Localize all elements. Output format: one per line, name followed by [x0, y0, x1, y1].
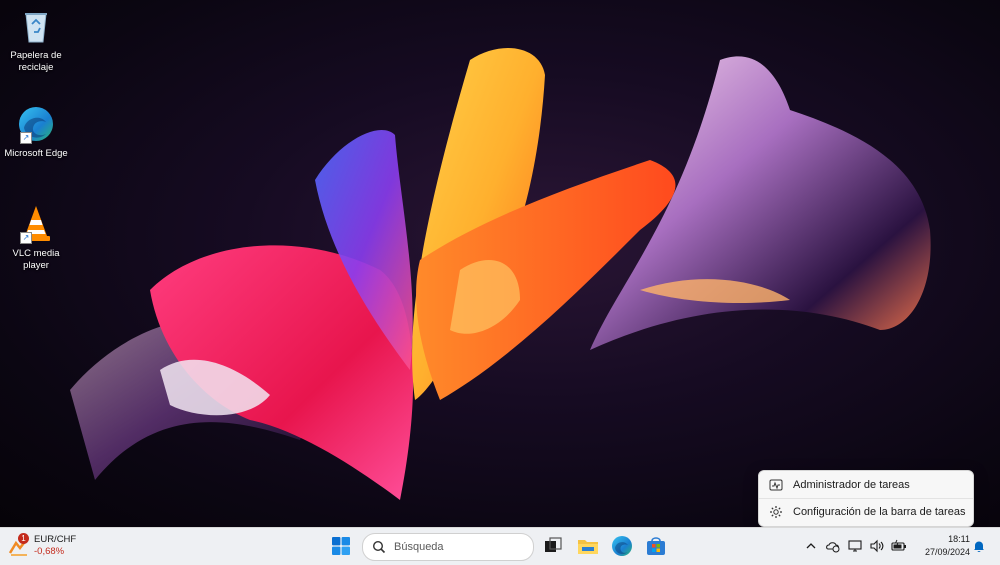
shortcut-arrow-icon: ↗ — [20, 132, 32, 144]
taskbar-context-menu: Administrador de tareas Configuración de… — [758, 470, 974, 527]
menu-item-label: Configuración de la barra de tareas — [793, 506, 966, 518]
taskbar: 1 EUR/CHF -0,68% Búsqueda 18:11 27/09/20… — [0, 527, 1000, 565]
task-manager-icon — [769, 479, 783, 491]
search-icon — [372, 540, 386, 554]
desktop-icon-recycle-bin[interactable]: Papelera de reciclaje — [0, 6, 72, 74]
menu-separator — [759, 498, 973, 499]
clock-time: 18:11 — [948, 534, 970, 544]
clock[interactable]: 18:11 27/09/2024 — [916, 533, 970, 559]
network-icon[interactable] — [846, 537, 864, 555]
edge-taskbar-button[interactable] — [610, 534, 634, 558]
chevron-up-icon[interactable] — [802, 537, 820, 555]
volume-icon[interactable] — [868, 537, 886, 555]
desktop: Papelera de reciclaje ↗ Microsoft Edge ↗… — [0, 0, 1000, 527]
recycle-bin-icon — [16, 6, 56, 46]
gear-icon — [770, 506, 782, 518]
currency-pair: EUR/CHF — [34, 534, 77, 545]
microsoft-store-button[interactable] — [644, 534, 668, 558]
menu-item-label: Administrador de tareas — [793, 479, 910, 491]
task-view-button[interactable] — [541, 534, 565, 558]
desktop-icon-label: Microsoft Edge — [4, 148, 68, 159]
file-explorer-button[interactable] — [576, 534, 600, 558]
edge-icon: ↗ — [16, 104, 56, 144]
menu-item-taskbar-settings[interactable]: Configuración de la barra de tareas — [763, 500, 969, 524]
battery-icon[interactable] — [890, 537, 908, 555]
search-box[interactable] — [362, 533, 534, 561]
currency-change: -0,68% — [34, 546, 65, 557]
system-tray — [800, 534, 910, 558]
desktop-icon-edge[interactable]: ↗ Microsoft Edge — [0, 104, 72, 160]
vlc-icon: ↗ — [16, 204, 56, 244]
bell-icon[interactable] — [972, 539, 986, 553]
onedrive-sync-icon[interactable] — [824, 537, 842, 555]
notification-badge: 1 — [18, 533, 29, 544]
desktop-icon-vlc[interactable]: ↗ VLC media player — [0, 204, 72, 272]
start-button[interactable] — [331, 536, 351, 556]
shortcut-arrow-icon: ↗ — [20, 232, 32, 244]
search-input[interactable] — [392, 540, 526, 554]
desktop-icon-label: VLC media player — [12, 248, 60, 271]
desktop-icon-label: Papelera de reciclaje — [10, 50, 62, 73]
clock-date: 27/09/2024 — [924, 547, 970, 557]
wallpaper — [70, 48, 931, 500]
menu-item-task-manager[interactable]: Administrador de tareas — [763, 473, 969, 497]
stock-alert-icon: 1 — [8, 533, 30, 557]
widgets-button[interactable]: 1 EUR/CHF -0,68% — [8, 532, 88, 560]
